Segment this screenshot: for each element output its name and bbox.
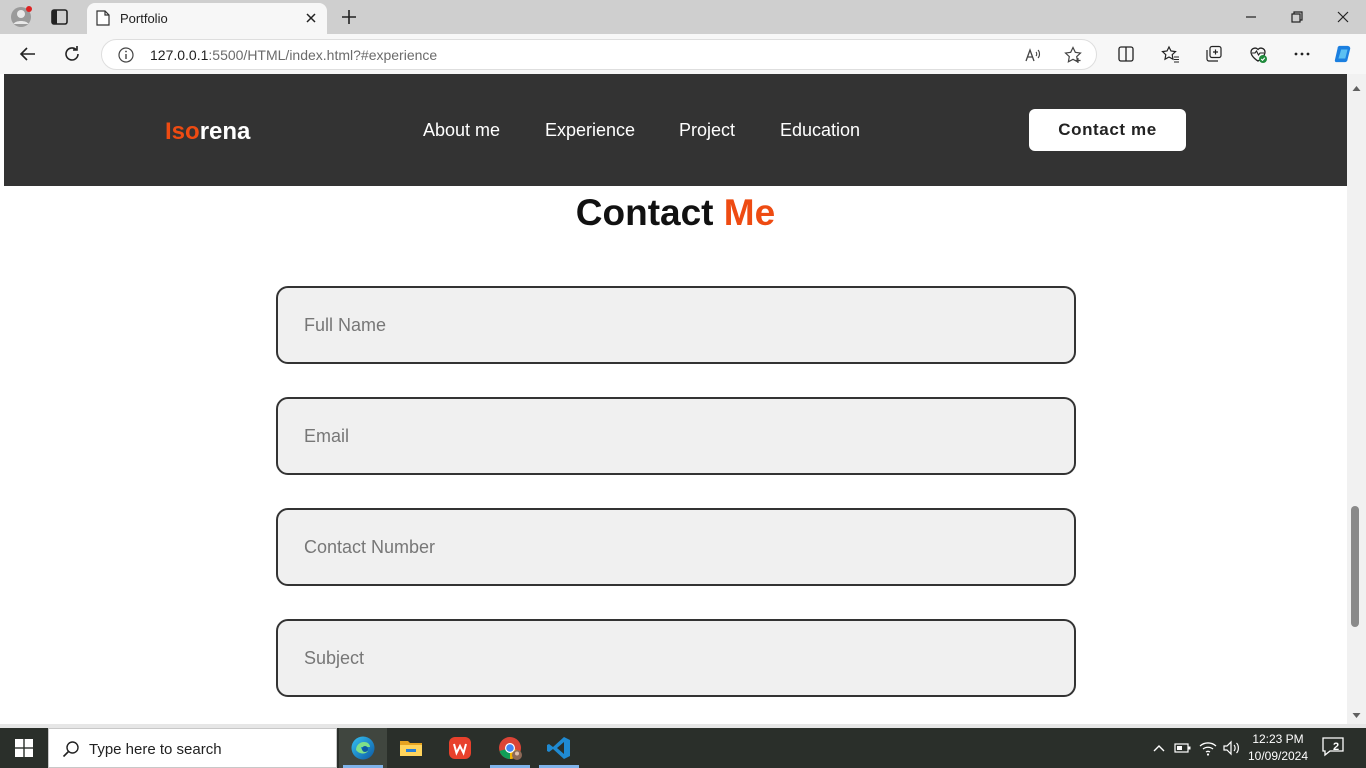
taskbar-clock[interactable]: 12:23 PM 10/09/2024 bbox=[1244, 731, 1312, 765]
search-placeholder: Type here to search bbox=[89, 741, 222, 758]
windows-taskbar: Type here to search 12:23 PM 10/09/2024 … bbox=[0, 728, 1366, 768]
active-tab[interactable]: Portfolio bbox=[87, 3, 327, 34]
url-host: 127.0.0.1 bbox=[150, 47, 209, 63]
edge-icon[interactable] bbox=[339, 728, 387, 768]
split-screen-icon[interactable] bbox=[1116, 44, 1136, 64]
contact-me-button[interactable]: Contact me bbox=[1029, 109, 1186, 151]
site-info-icon[interactable] bbox=[118, 47, 134, 63]
page-viewport: Isorena About me Experience Project Educ… bbox=[4, 74, 1347, 724]
browser-essentials-icon[interactable] bbox=[1248, 44, 1268, 64]
scroll-down-icon[interactable] bbox=[1352, 707, 1361, 718]
vscode-icon[interactable] bbox=[535, 728, 583, 768]
read-aloud-icon[interactable] bbox=[1024, 46, 1042, 64]
scroll-thumb[interactable] bbox=[1351, 506, 1359, 627]
window-close-icon[interactable] bbox=[1320, 0, 1366, 34]
windows-start-icon[interactable] bbox=[0, 728, 48, 768]
tab-title: Portfolio bbox=[120, 11, 168, 26]
wps-office-icon[interactable] bbox=[436, 728, 484, 768]
logo-accent: Iso bbox=[165, 118, 200, 145]
title-accent: Me bbox=[723, 192, 776, 233]
new-tab-icon[interactable] bbox=[339, 7, 359, 27]
reload-icon[interactable] bbox=[62, 44, 82, 64]
clock-date: 10/09/2024 bbox=[1247, 749, 1309, 763]
contact-number-input[interactable] bbox=[276, 508, 1076, 586]
copilot-icon[interactable] bbox=[1333, 44, 1353, 64]
notification-center-icon[interactable]: 2 bbox=[1322, 737, 1348, 759]
url-text[interactable]: 127.0.0.1:5500/HTML/index.html?#experien… bbox=[150, 47, 437, 63]
file-explorer-icon[interactable] bbox=[387, 728, 435, 768]
browser-tab-strip: Portfolio bbox=[0, 0, 1366, 34]
favorite-star-icon[interactable] bbox=[1064, 46, 1082, 64]
email-input[interactable] bbox=[276, 397, 1076, 475]
nav-link-experience[interactable]: Experience bbox=[545, 120, 635, 141]
clock-time: 12:23 PM bbox=[1252, 732, 1304, 746]
back-icon[interactable] bbox=[18, 44, 38, 64]
url-path: :5500/HTML/index.html?#experience bbox=[208, 47, 438, 63]
logo-rest: rena bbox=[199, 118, 251, 145]
browser-toolbar: 127.0.0.1:5500/HTML/index.html?#experien… bbox=[0, 34, 1366, 74]
taskbar-search-box[interactable]: Type here to search bbox=[48, 728, 337, 768]
nav-link-about-me[interactable]: About me bbox=[423, 120, 500, 141]
wifi-icon[interactable] bbox=[1198, 738, 1218, 758]
tab-actions-icon[interactable] bbox=[50, 8, 70, 26]
profile-avatar-icon[interactable] bbox=[10, 6, 32, 28]
minimize-icon[interactable] bbox=[1228, 0, 1274, 34]
show-hidden-icons-icon[interactable] bbox=[1149, 738, 1169, 758]
battery-icon[interactable] bbox=[1173, 738, 1193, 758]
page-scrollbar[interactable] bbox=[1347, 74, 1366, 724]
restore-icon[interactable] bbox=[1274, 0, 1320, 34]
full-name-input[interactable] bbox=[276, 286, 1076, 364]
volume-icon[interactable] bbox=[1221, 738, 1241, 758]
site-logo[interactable]: Isorena bbox=[165, 118, 250, 146]
site-header: Isorena About me Experience Project Educ… bbox=[4, 74, 1347, 186]
address-bar[interactable]: 127.0.0.1:5500/HTML/index.html?#experien… bbox=[101, 39, 1097, 70]
scroll-up-icon[interactable] bbox=[1352, 80, 1361, 91]
more-options-icon[interactable] bbox=[1292, 44, 1312, 64]
contact-section-title: Contact Me bbox=[4, 192, 1347, 234]
title-main: Contact bbox=[575, 192, 714, 233]
collections-icon[interactable] bbox=[1204, 44, 1224, 64]
chrome-icon[interactable] bbox=[486, 728, 534, 768]
nav-link-education[interactable]: Education bbox=[780, 120, 860, 141]
favorites-icon[interactable] bbox=[1160, 44, 1180, 64]
page-icon bbox=[96, 10, 110, 26]
search-icon bbox=[62, 740, 80, 758]
subject-input[interactable] bbox=[276, 619, 1076, 697]
notification-count: 2 bbox=[1333, 741, 1340, 753]
nav-link-project[interactable]: Project bbox=[679, 120, 735, 141]
tab-close-icon[interactable] bbox=[303, 10, 319, 26]
